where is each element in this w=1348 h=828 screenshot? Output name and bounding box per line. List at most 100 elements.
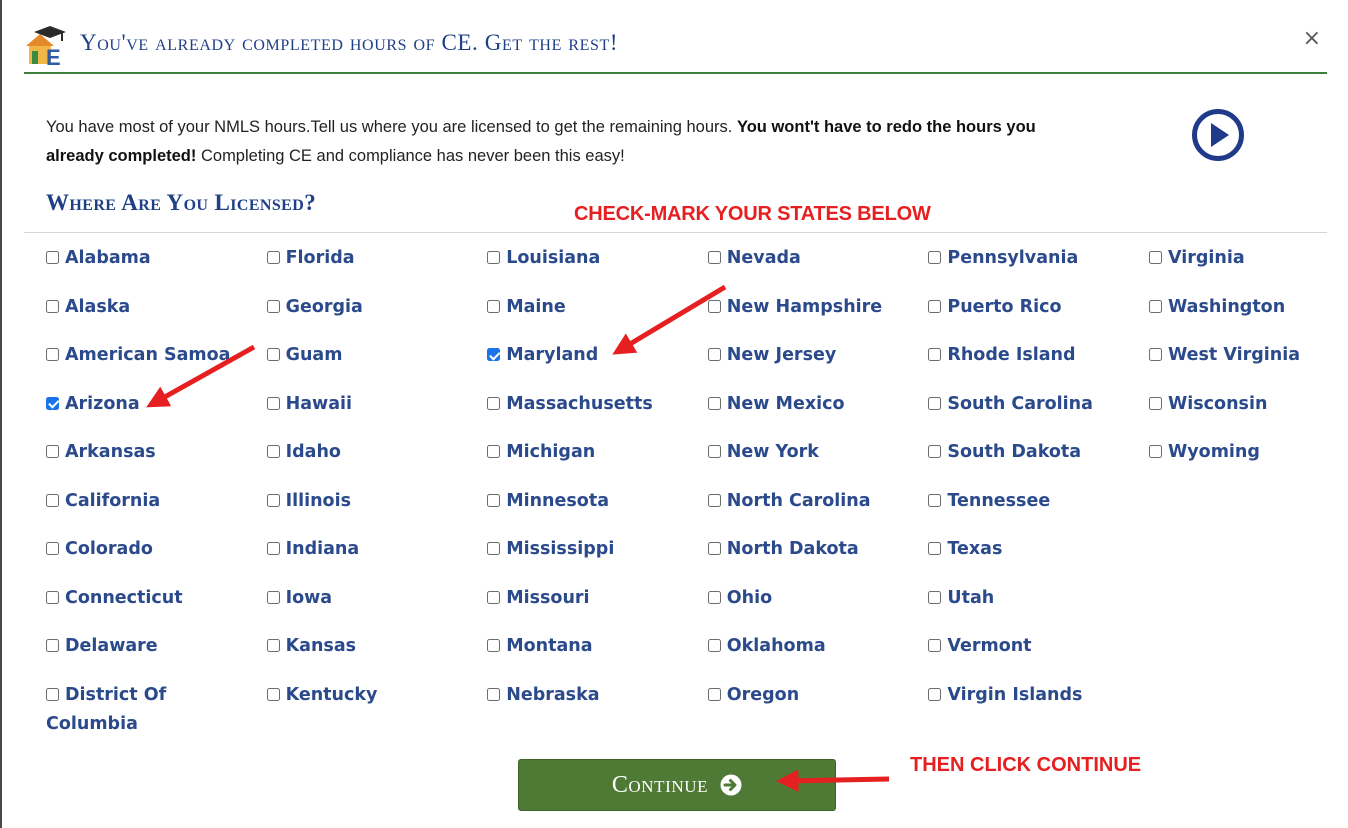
checkbox[interactable] [487, 445, 501, 458]
checkbox[interactable] [707, 396, 721, 410]
checkbox[interactable] [487, 542, 501, 555]
state-option-south-dakota[interactable]: South Dakota [928, 438, 1149, 487]
state-option-new-york[interactable]: New York [707, 438, 929, 487]
checkbox[interactable] [1148, 348, 1162, 361]
checkbox[interactable] [707, 687, 721, 701]
continue-button[interactable]: Continue [518, 759, 836, 811]
state-option-california[interactable]: California [46, 487, 267, 536]
checkbox[interactable] [1148, 396, 1162, 410]
checkbox[interactable] [707, 493, 721, 507]
state-option-illinois[interactable]: Illinois [266, 487, 488, 536]
state-option-wyoming[interactable]: Wyoming [1148, 438, 1348, 487]
checkbox[interactable] [707, 348, 721, 361]
state-option-utah[interactable]: Utah [928, 584, 1149, 633]
state-option-alaska[interactable]: Alaska [46, 293, 267, 342]
state-option-tennessee[interactable]: Tennessee [928, 487, 1149, 536]
checkbox[interactable] [46, 251, 59, 264]
checkbox[interactable] [1148, 299, 1162, 313]
checkbox[interactable] [266, 542, 280, 555]
state-option-virgin-islands[interactable]: Virgin Islands [928, 681, 1149, 730]
checkbox[interactable] [266, 251, 280, 264]
state-option-oklahoma[interactable]: Oklahoma [707, 632, 929, 681]
state-option-puerto-rico[interactable]: Puerto Rico [928, 293, 1149, 342]
state-option-arkansas[interactable]: Arkansas [46, 438, 267, 487]
checkbox[interactable] [928, 493, 942, 507]
state-option-new-hampshire[interactable]: New Hampshire [707, 293, 929, 342]
checkbox[interactable] [928, 445, 942, 458]
state-option-mississippi[interactable]: Mississippi [487, 535, 708, 584]
checkbox[interactable] [266, 348, 280, 361]
state-option-arizona[interactable]: Arizona [46, 390, 267, 439]
state-option-north-carolina[interactable]: North Carolina [707, 487, 929, 536]
checkbox[interactable] [46, 542, 59, 555]
state-option-kentucky[interactable]: Kentucky [266, 681, 488, 730]
checkbox[interactable] [487, 396, 501, 410]
state-option-american-samoa[interactable]: American Samoa [46, 341, 267, 390]
checkbox[interactable] [266, 639, 280, 652]
state-option-new-mexico[interactable]: New Mexico [707, 390, 929, 439]
checkbox-checked[interactable] [487, 348, 501, 361]
state-option-vermont[interactable]: Vermont [928, 632, 1149, 681]
checkbox[interactable] [1148, 445, 1162, 458]
state-option-idaho[interactable]: Idaho [266, 438, 488, 487]
checkbox[interactable] [46, 590, 59, 604]
checkbox[interactable] [46, 299, 59, 313]
checkbox[interactable] [707, 251, 721, 264]
state-option-alabama[interactable]: Alabama [46, 244, 267, 293]
state-option-washington[interactable]: Washington [1148, 293, 1348, 342]
checkbox[interactable] [266, 445, 280, 458]
state-option-colorado[interactable]: Colorado [46, 535, 267, 584]
state-option-indiana[interactable]: Indiana [266, 535, 488, 584]
state-option-missouri[interactable]: Missouri [487, 584, 708, 633]
state-option-rhode-island[interactable]: Rhode Island [928, 341, 1149, 390]
state-option-delaware[interactable]: Delaware [46, 632, 267, 681]
checkbox[interactable] [46, 348, 59, 361]
checkbox[interactable] [707, 639, 721, 652]
checkbox-checked[interactable] [46, 396, 59, 410]
checkbox[interactable] [266, 687, 280, 701]
checkbox[interactable] [46, 639, 59, 652]
state-option-ohio[interactable]: Ohio [707, 584, 929, 633]
checkbox[interactable] [487, 639, 501, 652]
checkbox[interactable] [707, 590, 721, 604]
checkbox[interactable] [928, 348, 942, 361]
state-option-michigan[interactable]: Michigan [487, 438, 708, 487]
checkbox[interactable] [707, 445, 721, 458]
state-option-virginia[interactable]: Virginia [1148, 244, 1348, 293]
checkbox[interactable] [46, 445, 59, 458]
checkbox[interactable] [487, 687, 501, 701]
checkbox[interactable] [266, 299, 280, 313]
state-option-west-virginia[interactable]: West Virginia [1148, 341, 1348, 390]
checkbox[interactable] [928, 639, 942, 652]
state-option-connecticut[interactable]: Connecticut [46, 584, 267, 633]
checkbox[interactable] [487, 590, 501, 604]
state-option-district-of-columbia[interactable]: District Of Columbia [46, 681, 206, 734]
state-option-oregon[interactable]: Oregon [707, 681, 929, 730]
state-option-texas[interactable]: Texas [928, 535, 1149, 584]
checkbox[interactable] [487, 299, 501, 313]
checkbox[interactable] [266, 590, 280, 604]
checkbox[interactable] [707, 542, 721, 555]
state-option-nebraska[interactable]: Nebraska [487, 681, 708, 730]
state-option-georgia[interactable]: Georgia [266, 293, 488, 342]
checkbox[interactable] [266, 396, 280, 410]
state-option-minnesota[interactable]: Minnesota [487, 487, 708, 536]
checkbox[interactable] [928, 299, 942, 313]
checkbox[interactable] [707, 299, 721, 313]
state-option-wisconsin[interactable]: Wisconsin [1148, 390, 1348, 439]
state-option-south-carolina[interactable]: South Carolina [928, 390, 1149, 439]
state-option-maine[interactable]: Maine [487, 293, 708, 342]
state-option-hawaii[interactable]: Hawaii [266, 390, 488, 439]
state-option-pennsylvania[interactable]: Pennsylvania [928, 244, 1149, 293]
state-option-new-jersey[interactable]: New Jersey [707, 341, 929, 390]
checkbox[interactable] [487, 493, 501, 507]
state-option-maryland[interactable]: Maryland [487, 341, 708, 390]
checkbox[interactable] [928, 542, 942, 555]
state-option-north-dakota[interactable]: North Dakota [707, 535, 929, 584]
checkbox[interactable] [487, 251, 501, 264]
state-option-guam[interactable]: Guam [266, 341, 488, 390]
state-option-montana[interactable]: Montana [487, 632, 708, 681]
checkbox[interactable] [928, 687, 942, 701]
checkbox[interactable] [266, 493, 280, 507]
state-option-florida[interactable]: Florida [266, 244, 488, 293]
